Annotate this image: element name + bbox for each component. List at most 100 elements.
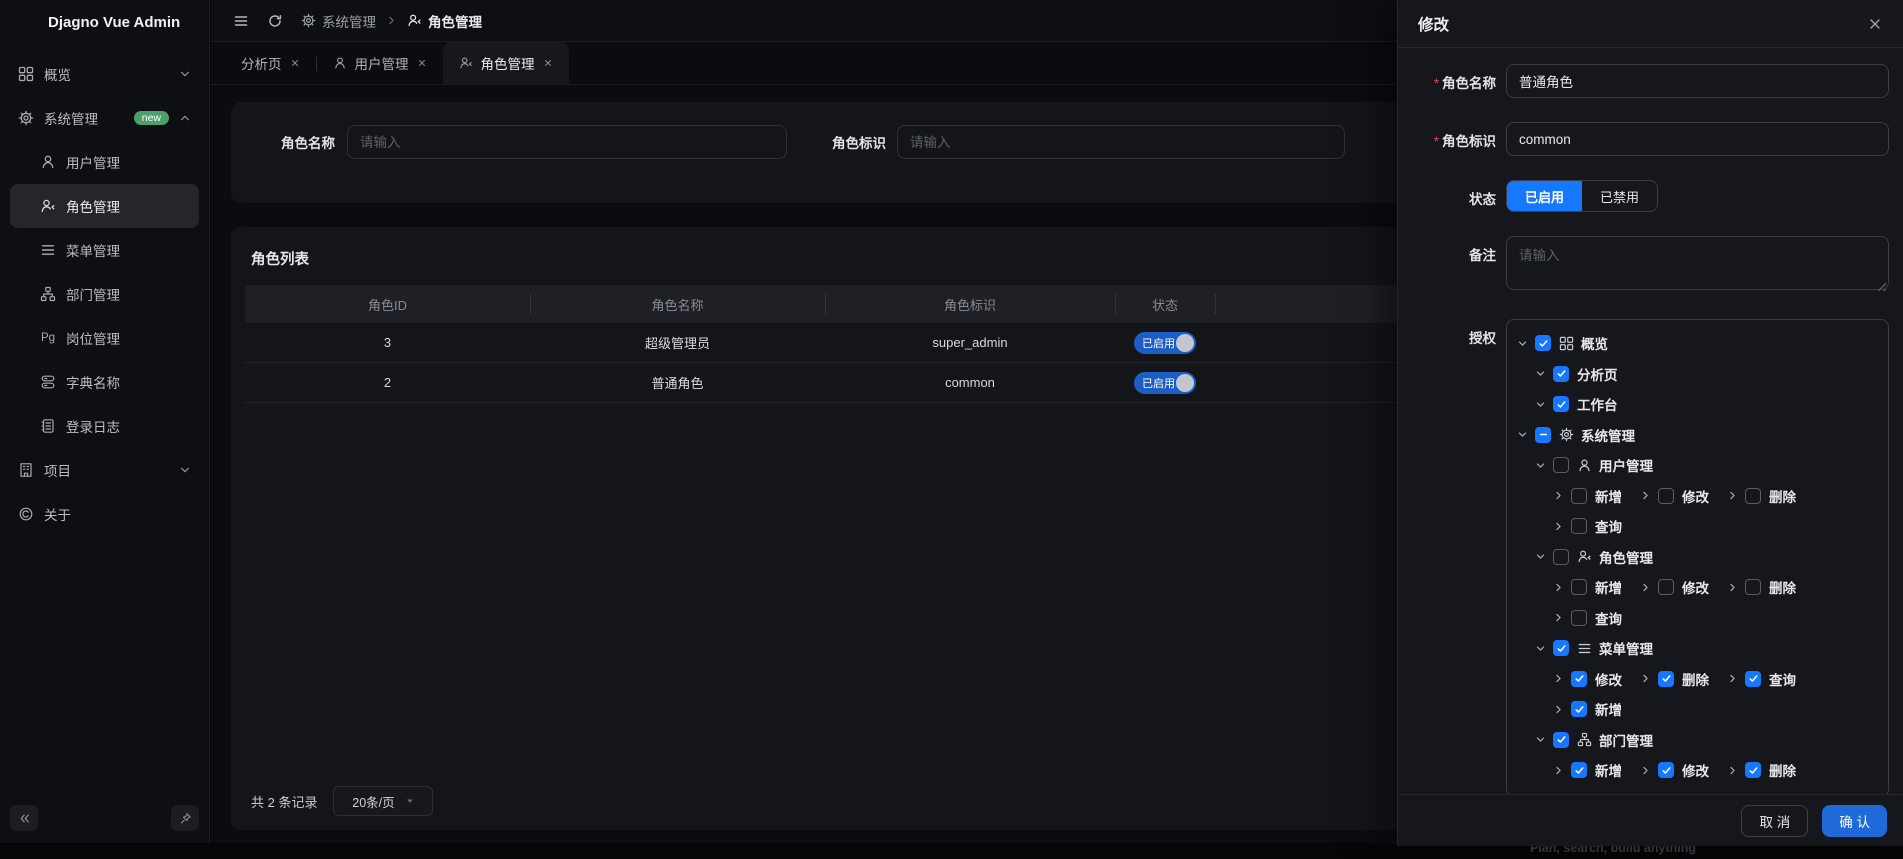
- gear-icon: [18, 110, 34, 126]
- role-key-search-input[interactable]: [897, 125, 1345, 159]
- field-role-name: 角色名称: [1398, 64, 1903, 98]
- hamburger-icon: [233, 13, 249, 29]
- tab-label: 角色管理: [481, 53, 535, 73]
- tab-analysis[interactable]: 分析页: [225, 41, 316, 84]
- tree-node-label: 修改: [1595, 669, 1622, 689]
- checkbox-indeterminate[interactable]: [1535, 427, 1551, 443]
- sidebar-item-menus[interactable]: 菜单管理: [10, 228, 199, 272]
- chevron-right-icon[interactable]: [1553, 612, 1564, 623]
- checkbox-checked[interactable]: [1535, 335, 1551, 351]
- close-icon[interactable]: [290, 58, 300, 68]
- chevron-down-icon[interactable]: [1535, 643, 1546, 654]
- tree-node-role-query: 查询: [1517, 603, 1878, 634]
- status-option-enabled[interactable]: 已启用: [1507, 181, 1582, 211]
- chevron-right-icon[interactable]: [1727, 490, 1738, 501]
- status-toggle[interactable]: 已启用: [1134, 332, 1196, 354]
- tree-node-label: 修改: [1682, 760, 1709, 780]
- checkbox-unchecked[interactable]: [1571, 579, 1587, 595]
- checkbox-checked[interactable]: [1553, 366, 1569, 382]
- chevron-right-icon[interactable]: [1640, 582, 1651, 593]
- sidebar-footer: [0, 801, 209, 843]
- checkbox-checked[interactable]: [1553, 396, 1569, 412]
- checkbox-unchecked[interactable]: [1571, 488, 1587, 504]
- cancel-button[interactable]: 取 消: [1741, 805, 1808, 837]
- chevron-down-icon[interactable]: [1535, 368, 1546, 379]
- sidebar-item-posts[interactable]: Pg 岗位管理: [10, 316, 199, 360]
- checkbox-unchecked[interactable]: [1658, 579, 1674, 595]
- remark-textarea[interactable]: [1506, 236, 1889, 290]
- chevron-down-icon[interactable]: [1535, 460, 1546, 471]
- chevron-right-icon[interactable]: [1553, 582, 1564, 593]
- checkbox-checked[interactable]: [1571, 701, 1587, 717]
- chevron-right-icon[interactable]: [1553, 765, 1564, 776]
- checkbox-checked[interactable]: [1658, 671, 1674, 687]
- tree-node-dept-actions: 新增 修改 删除: [1517, 755, 1878, 786]
- chevron-right-icon[interactable]: [1553, 704, 1564, 715]
- refresh-button[interactable]: [267, 12, 285, 30]
- chevron-right-icon[interactable]: [1553, 521, 1564, 532]
- role-key-input[interactable]: [1506, 122, 1889, 156]
- checkbox-unchecked[interactable]: [1745, 488, 1761, 504]
- edit-role-drawer: 修改 角色名称 角色标识 状态 已启用 已禁用 备注: [1397, 0, 1903, 846]
- chevron-right-icon[interactable]: [1727, 765, 1738, 776]
- chevron-down-icon[interactable]: [1517, 429, 1528, 440]
- sidebar-item-project[interactable]: 项目: [10, 448, 199, 492]
- chevron-down-icon[interactable]: [1535, 734, 1546, 745]
- role-name-search-input[interactable]: [347, 125, 787, 159]
- sidebar-item-users[interactable]: 用户管理: [10, 140, 199, 184]
- breadcrumb-item-system[interactable]: 系统管理: [301, 11, 376, 31]
- chevron-right-icon[interactable]: [1640, 490, 1651, 501]
- checkbox-unchecked[interactable]: [1571, 518, 1587, 534]
- checkbox-unchecked[interactable]: [1553, 549, 1569, 565]
- checkbox-checked[interactable]: [1553, 732, 1569, 748]
- checkbox-unchecked[interactable]: [1745, 579, 1761, 595]
- tab-roles[interactable]: 角色管理: [443, 41, 569, 84]
- org-chart-icon: [40, 286, 56, 302]
- sidebar-item-dictionary[interactable]: 字典名称: [10, 360, 199, 404]
- pin-sidebar-button[interactable]: [171, 805, 199, 831]
- checkbox-checked[interactable]: [1571, 671, 1587, 687]
- tree-node-label: 查询: [1595, 608, 1622, 628]
- sidebar-item-label: 关于: [44, 504, 71, 524]
- chevron-right-icon[interactable]: [1553, 490, 1564, 501]
- chevron-right-icon[interactable]: [1640, 673, 1651, 684]
- status-option-disabled[interactable]: 已禁用: [1582, 181, 1657, 211]
- chevron-right-icon[interactable]: [1640, 765, 1651, 776]
- close-icon[interactable]: [1867, 16, 1883, 32]
- checkbox-unchecked[interactable]: [1658, 488, 1674, 504]
- close-icon[interactable]: [417, 58, 427, 68]
- checkbox-unchecked[interactable]: [1553, 457, 1569, 473]
- role-name-input[interactable]: [1506, 64, 1889, 98]
- collapse-sidebar-button[interactable]: [10, 805, 38, 831]
- checkbox-checked[interactable]: [1553, 640, 1569, 656]
- chevron-down-icon[interactable]: [1517, 338, 1528, 349]
- hamburger-button[interactable]: [233, 12, 251, 30]
- logo-row[interactable]: Djagno Vue Admin: [0, 0, 209, 44]
- chevron-down-icon[interactable]: [1535, 399, 1546, 410]
- checkbox-checked[interactable]: [1745, 762, 1761, 778]
- sidebar-item-system[interactable]: 系统管理 new: [10, 96, 199, 140]
- chevron-right-icon[interactable]: [1727, 673, 1738, 684]
- sidebar-item-label: 字典名称: [66, 372, 120, 392]
- confirm-button[interactable]: 确 认: [1822, 805, 1887, 837]
- app-window: Djagno Vue Admin 概览 系统管理 new 用户管理: [0, 0, 1903, 859]
- chevron-right-icon[interactable]: [1727, 582, 1738, 593]
- sidebar-item-login-logs[interactable]: 登录日志: [10, 404, 199, 448]
- sidebar-item-overview[interactable]: 概览: [10, 52, 199, 96]
- checkbox-checked[interactable]: [1745, 671, 1761, 687]
- checkbox-unchecked[interactable]: [1571, 610, 1587, 626]
- sidebar-item-about[interactable]: 关于: [10, 492, 199, 536]
- breadcrumb-item-roles[interactable]: 角色管理: [407, 11, 482, 31]
- sidebar-item-departments[interactable]: 部门管理: [10, 272, 199, 316]
- checkbox-checked[interactable]: [1571, 762, 1587, 778]
- page-size-select[interactable]: 20条/页: [333, 786, 433, 816]
- close-icon[interactable]: [543, 58, 553, 68]
- status-toggle[interactable]: 已启用: [1134, 372, 1196, 394]
- chevron-right-icon[interactable]: [1553, 673, 1564, 684]
- sidebar-item-roles[interactable]: 角色管理: [10, 184, 199, 228]
- chevron-down-icon[interactable]: [1535, 551, 1546, 562]
- cell-role-name: 超级管理员: [530, 323, 825, 362]
- dictionary-icon: [40, 374, 56, 390]
- checkbox-checked[interactable]: [1658, 762, 1674, 778]
- tab-users[interactable]: 用户管理: [317, 41, 443, 84]
